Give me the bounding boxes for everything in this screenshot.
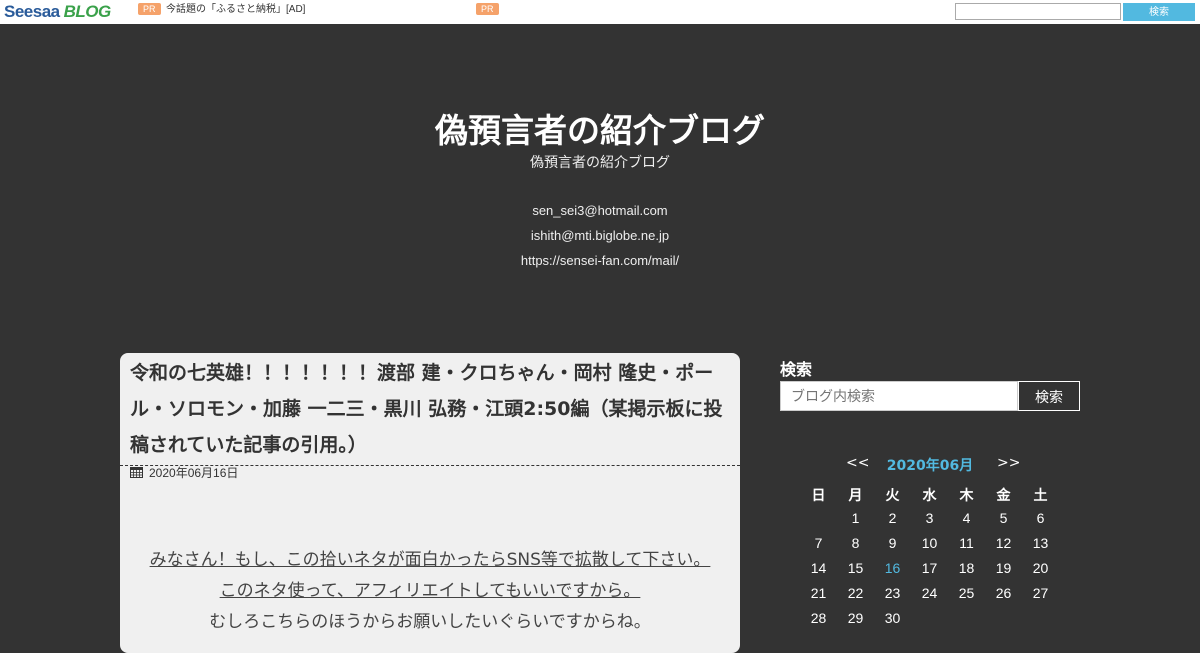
calendar-day: 13 — [1032, 535, 1049, 551]
calendar-day: 12 — [995, 535, 1012, 551]
blog-search-input[interactable] — [780, 381, 1018, 411]
calendar-day: 15 — [847, 560, 864, 576]
sidebar-search-heading: 検索 — [780, 360, 813, 379]
calendar-weekday: 水 — [922, 488, 937, 504]
calendar-day: 28 — [810, 610, 827, 626]
calendar-day: 5 — [999, 510, 1008, 526]
logo-seesaa: Seesaa — [4, 2, 60, 21]
article-body-line: むしろこちらのほうからお願いしたいぐらいですからね。 — [209, 612, 651, 632]
calendar-month[interactable]: 2020年06月 — [880, 455, 980, 475]
logo-blog: BLOG — [63, 2, 112, 21]
calendar-day: 6 — [1036, 510, 1045, 526]
calendar-day: 27 — [1032, 585, 1049, 601]
calendar-day: 25 — [958, 585, 975, 601]
calendar-day: 24 — [921, 585, 938, 601]
calendar-day: 7 — [814, 535, 823, 551]
article-card: 令和の七英雄！！！！！！！渡部 建・クロちゃん・岡村 隆史・ポール・ソロモン・加… — [120, 353, 740, 653]
article-body: みなさん！もし、この拾いネタが面白かったらSNS等で拡散して下さい。 このネタ使… — [120, 545, 740, 638]
calendar-prev-link[interactable]: << — [846, 455, 869, 471]
pr-badge: PR — [138, 3, 161, 15]
calendar-weekday: 月 — [848, 488, 863, 504]
contact-url: https://sensei-fan.com/mail/ — [520, 253, 680, 268]
article-body-line: みなさん！もし、この拾いネタが面白かったらSNS等で拡散して下さい。 — [149, 550, 711, 570]
ad-link[interactable]: 今話題の「ふるさと納税」[AD] — [166, 3, 305, 16]
calendar-day: 20 — [1032, 560, 1049, 576]
calendar-day: 17 — [921, 560, 938, 576]
calendar-day: 10 — [921, 535, 938, 551]
calendar-day: 1 — [851, 510, 860, 526]
calendar-weekday: 日 — [811, 488, 826, 504]
article-title[interactable]: 令和の七英雄！！！！！！！渡部 建・クロちゃん・岡村 隆史・ポール・ソロモン・加… — [120, 353, 740, 463]
calendar-day: 23 — [884, 585, 901, 601]
calendar-day: 26 — [995, 585, 1012, 601]
blog-search-button[interactable]: 検索 — [1018, 381, 1080, 411]
calendar-day: 14 — [810, 560, 827, 576]
blog-title[interactable]: 偽預言者の紹介ブログ — [0, 104, 1200, 152]
calendar-day: 29 — [847, 610, 864, 626]
contact-email-2: ishith@mti.biglobe.ne.jp — [530, 228, 670, 243]
article-body-line: このネタ使って、アフィリエイトしてもいいですから。 — [219, 581, 641, 601]
calendar-day: 11 — [959, 535, 974, 551]
blog-description: 偽預言者の紹介ブログ — [530, 155, 670, 171]
top-search-input[interactable] — [955, 3, 1121, 20]
calendar-day: 30 — [884, 610, 901, 626]
calendar-icon — [130, 467, 143, 478]
calendar-weekday: 木 — [959, 488, 974, 504]
calendar-weekday: 火 — [885, 488, 900, 504]
calendar-weekday: 金 — [996, 488, 1011, 504]
contact-email-1: sen_sei3@hotmail.com — [532, 203, 668, 218]
top-search-button[interactable]: 検索 — [1123, 3, 1195, 21]
calendar-day: 22 — [847, 585, 864, 601]
calendar-day: 9 — [888, 535, 897, 551]
calendar-day: 8 — [851, 535, 860, 551]
calendar-day: 19 — [995, 560, 1012, 576]
calendar-next-link[interactable]: >> — [997, 455, 1020, 471]
pr-badge-2: PR — [476, 3, 499, 15]
seesaa-blog-logo[interactable]: Seesaa BLOG — [4, 2, 111, 22]
calendar-day-linked[interactable]: 16 — [874, 560, 911, 576]
calendar-day: 2 — [888, 510, 897, 526]
article-date: 2020年06月16日 — [130, 464, 238, 481]
calendar-day: 21 — [810, 585, 827, 601]
seesaa-topbar: Seesaa BLOG PR 今話題の「ふるさと納税」[AD] PR 検索 — [0, 0, 1200, 24]
article-date-text: 2020年06月16日 — [149, 466, 239, 480]
calendar-weekday: 土 — [1033, 488, 1048, 504]
calendar-day: 3 — [925, 510, 934, 526]
calendar-day: 18 — [958, 560, 975, 576]
calendar-day: 4 — [962, 510, 971, 526]
